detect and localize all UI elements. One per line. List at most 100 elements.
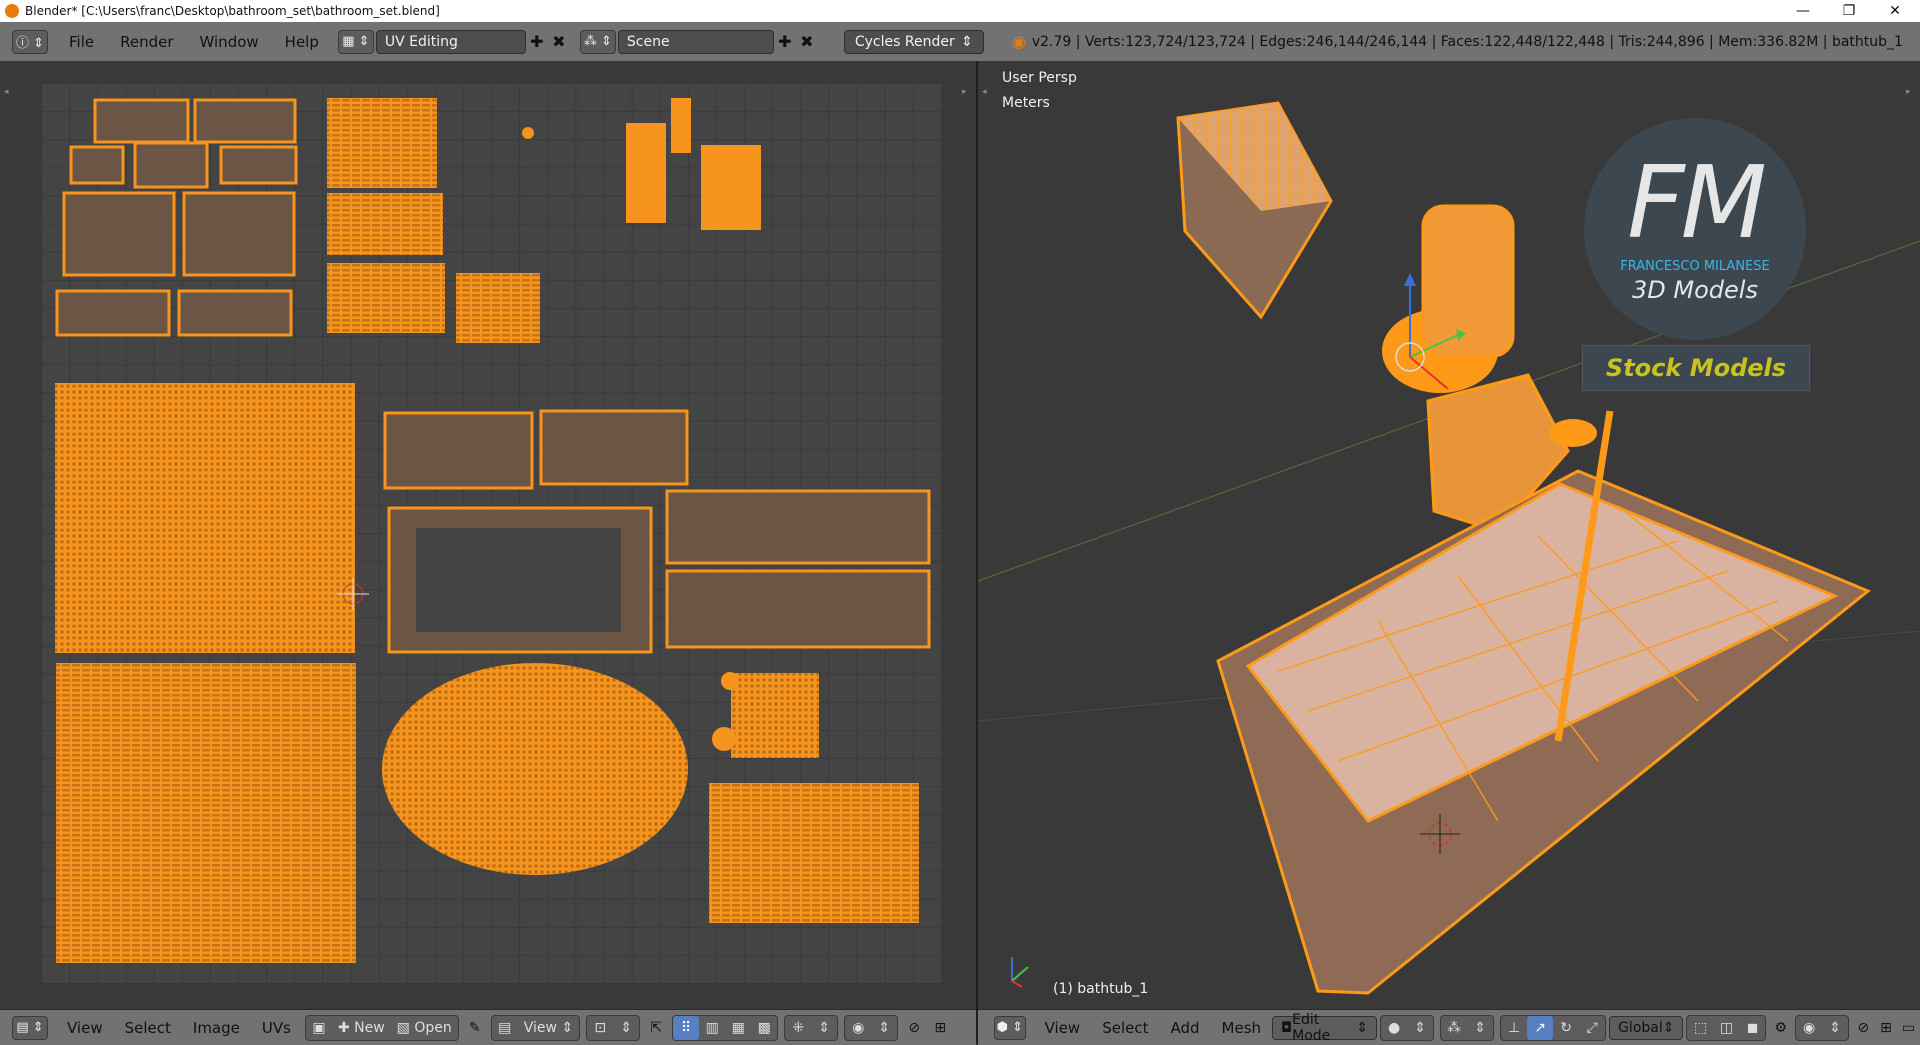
scene-name-field[interactable]: Scene [617,29,774,54]
vp-proportional-chevron-icon[interactable]: ⇕ [1822,1016,1848,1040]
maximize-button[interactable]: ❐ [1826,0,1872,22]
translate-manipulator-icon[interactable]: ↗ [1527,1015,1554,1040]
mode-chevron-icon: ⇕ [1356,1019,1369,1036]
info-icon: ⓘ ⇕ [15,36,45,51]
orientation-label: Global [1618,1019,1663,1036]
toolbar-toggle-icon[interactable]: ◂ [4,87,12,99]
snap-icon[interactable]: ⊘ [901,1016,927,1040]
screen-layout-selector[interactable]: ▦ ⇕ [337,29,374,54]
proportional-edit-icon[interactable]: ◉ [845,1016,871,1040]
active-object-label: (1) bathtub_1 [1053,981,1149,997]
sync-selection-icon[interactable]: ⇱ [643,1016,669,1040]
pivot-icon[interactable]: ⊡ [587,1016,613,1040]
uv-island-bathtub-bottom [382,663,688,875]
proportional-chevron-icon[interactable]: ⇕ [871,1016,897,1040]
shading-chevron-icon[interactable]: ⇕ [1407,1016,1433,1040]
new-image-button[interactable]: ✚ New [332,1016,391,1040]
view-mode-dropdown[interactable]: View ⇕ [518,1016,579,1040]
open-image-button[interactable]: ▧ Open [391,1016,458,1040]
shower-head [1549,419,1597,447]
view-mode-icon[interactable]: ▤ [492,1016,518,1040]
properties-toggle-icon[interactable]: ▸ [962,87,970,99]
minimize-button[interactable]: — [1780,0,1826,22]
vp-menu-select[interactable]: Select [1091,1019,1159,1037]
scale-manipulator-icon[interactable]: ⤢ [1579,1016,1605,1040]
vp-more-icon[interactable]: ▭ [1897,1016,1920,1040]
pivot-group: ⊡ ⇕ [586,1014,641,1041]
fm-logo-badge: FM FRANCESCO MILANESE 3D Models [1584,118,1806,340]
layout-name-field[interactable]: UV Editing [375,29,526,54]
transform-orientation-dropdown[interactable]: Global ⇕ [1609,1015,1684,1040]
render-engine-label: Cycles Render [854,33,955,50]
vp-proportional-icon[interactable]: ◉ [1796,1016,1822,1040]
uv-island-group-toilet [55,383,356,963]
close-button[interactable]: ✕ [1872,0,1918,22]
sticky-mode-icon[interactable]: ⁜ [785,1016,811,1040]
new-image-label: New [354,1019,385,1036]
viewport-header: ⬢ ⇕ View Select Add Mesh ◘ Edit Mode ⇕ ● ⇕ … [978,1009,1920,1045]
delete-layout-button[interactable]: ✖ [548,31,570,53]
info-header: ⓘ ⇕ File Render Window Help ▦ ⇕ UV Editi… [0,22,1920,62]
vp-pivot-icon[interactable]: ⁂ [1441,1016,1467,1040]
vp-editor-type-selector[interactable]: ⬢ ⇕ [994,1015,1026,1040]
vp-menu-mesh[interactable]: Mesh [1211,1019,1273,1037]
vp-pivot-chevron-icon[interactable]: ⇕ [1467,1016,1493,1040]
sticky-chevron-icon[interactable]: ⇕ [811,1016,837,1040]
vp-edge-select-icon[interactable]: ◫ [1713,1016,1739,1040]
add-scene-button[interactable]: ✚ [774,31,796,53]
mode-dropdown[interactable]: ◘ Edit Mode ⇕ [1272,1012,1378,1044]
vertex-select-icon[interactable]: ⠿ [673,1015,700,1040]
layout-grid-icon: ▦ ⇕ [342,34,370,49]
blender-status-icon: ◉ [1011,32,1026,51]
uv-island-group-faucet [522,98,761,230]
vp-menu-add[interactable]: Add [1159,1019,1210,1037]
uv-menu-uvs[interactable]: UVs [251,1019,302,1037]
vp-face-select-icon[interactable]: ◼ [1739,1016,1765,1040]
axis-mini-y [1011,966,1029,982]
fm-logo-sub: 3D Models [1632,276,1758,304]
mode-label: Edit Mode [1292,1011,1331,1044]
menu-help[interactable]: Help [272,33,332,51]
rotate-manipulator-icon[interactable]: ↻ [1553,1016,1579,1040]
image-editor-icon: ▤ ⇕ [16,1020,44,1035]
menu-window[interactable]: Window [187,33,272,51]
uv-menu-view[interactable]: View [56,1019,114,1037]
uv-island-drain [712,727,736,751]
menu-file[interactable]: File [56,33,107,51]
uv-island-dot [721,672,739,690]
proportional-group: ◉ ⇕ [844,1014,899,1041]
island-select-icon[interactable]: ▩ [751,1016,777,1040]
editor-type-info-button[interactable]: ⓘ ⇕ [12,29,48,54]
window-titlebar: Blender* [C:\Users\franc\Desktop\bathroo… [0,0,1920,22]
uv-editor-type-selector[interactable]: ▤ ⇕ [12,1015,48,1040]
limit-selection-icon[interactable]: ⚙ [1769,1016,1792,1040]
render-engine-dropdown[interactable]: Cycles Render ⇕ [843,29,984,54]
vp-vertex-select-icon[interactable]: ⬚ [1687,1016,1713,1040]
vp-snap-icon[interactable]: ⊘ [1852,1016,1875,1040]
uv-editor-header: ▤ ⇕ View Select Image UVs ▣ ✚ New ▧ Open… [0,1009,976,1045]
pivot-chevron-icon[interactable]: ⇕ [613,1016,639,1040]
manipulator-toggle-icon[interactable]: ⊥ [1501,1016,1527,1040]
uv-grid[interactable] [41,83,941,983]
axis-mini-x [1011,980,1023,988]
image-browse-icon[interactable]: ▣ [306,1016,332,1040]
scene-selector[interactable]: ⁂ ⇕ [579,29,616,54]
delete-scene-button[interactable]: ✖ [796,31,818,53]
face-select-icon[interactable]: ▦ [725,1016,751,1040]
uv-menu-select[interactable]: Select [114,1019,182,1037]
snap-target-icon[interactable]: ⊞ [927,1016,953,1040]
open-image-label: Open [414,1019,452,1036]
view-mode-label: View [523,1019,557,1036]
menu-render[interactable]: Render [107,33,186,51]
pin-icon[interactable]: ✎ [462,1016,488,1040]
manipulator-group: ⊥ ↗ ↻ ⤢ [1500,1014,1607,1041]
uv-image-editor[interactable]: ◂ ▸ [0,61,976,1009]
uv-island-group-small [709,783,919,923]
edge-select-icon[interactable]: ▥ [699,1016,725,1040]
add-layout-button[interactable]: ✚ [526,31,548,53]
uv-menu-image[interactable]: Image [182,1019,251,1037]
viewport-shading-icon[interactable]: ● [1381,1016,1407,1040]
vp-snap-target-icon[interactable]: ⊞ [1875,1016,1898,1040]
scene-icon: ⁂ ⇕ [583,34,612,49]
vp-menu-view[interactable]: View [1034,1019,1092,1037]
